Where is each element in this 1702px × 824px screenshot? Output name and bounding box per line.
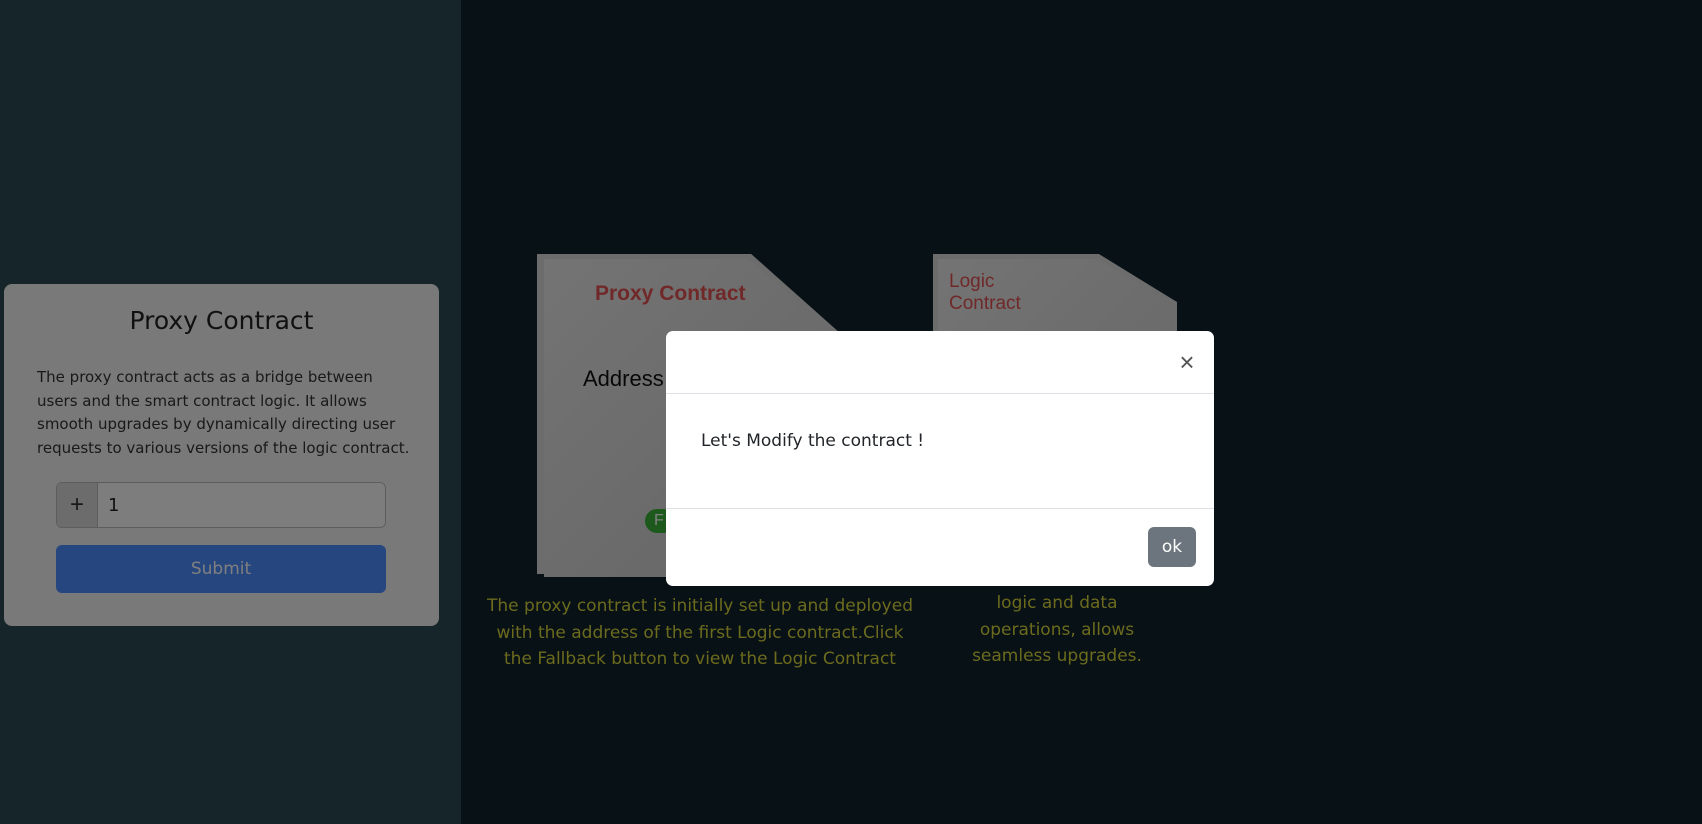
ok-button[interactable]: ok	[1148, 527, 1196, 567]
modal-dialog: × Let's Modify the contract ! ok	[666, 331, 1214, 586]
modal-header: ×	[666, 331, 1214, 394]
close-icon[interactable]: ×	[1177, 349, 1197, 375]
modal-message: Let's Modify the contract !	[701, 431, 925, 451]
modal-footer: ok	[666, 508, 1214, 586]
